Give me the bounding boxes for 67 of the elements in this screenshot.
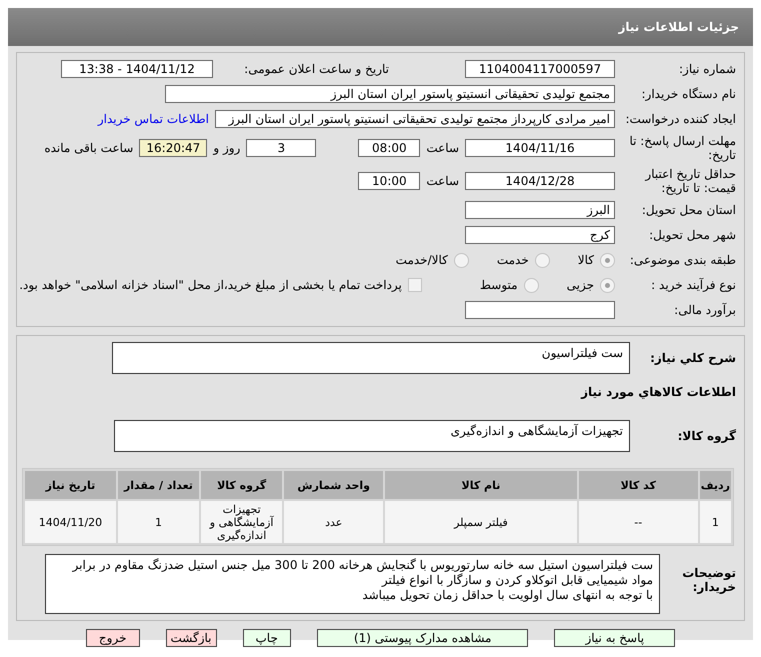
table-cell: 1404/11/20 [25,501,116,543]
table-cell: -- [578,501,698,543]
page-header: جزئیات اطلاعات نیاز [8,8,753,46]
time-label: ساعت [426,141,459,155]
column-header: نام کالا [385,471,577,499]
city-field: کرج [465,226,615,244]
radio-button[interactable] [524,278,539,292]
field-label: شماره نیاز: [678,62,736,76]
option-label: خدمت [496,253,529,267]
date-field: 1404/11/16 [465,139,615,157]
remaining-label: ساعت باقی مانده [44,141,134,155]
field-label: حداقل تاریخ اعتبار قیمت: تا تاریخ: [644,167,736,195]
field-label: تاریخ و ساعت اعلان عمومی: [243,62,389,76]
checkbox-label: پرداخت تمام یا بخشی از مبلغ خرید،از محل "اسناد خزانه اسلامی" خواهد بود. [19,278,402,292]
field-label: برآورد مالی: [673,303,736,317]
radio-button[interactable] [454,252,469,268]
remaining-time-field: 16:20:47 [139,139,208,157]
province-field: البرز [465,201,615,219]
days-label: روز و [213,141,240,155]
action-button[interactable]: خروج [86,629,140,647]
option-label: کالا [578,253,594,267]
notes-field: ست فیلتراسیون استیل سه خانه سارتوریوس با گنجایش هرخانه 200 تا 300 میل جنس استیل ضدزنگ مقاوم در برابر مواد شیمیایی قابل اتوکلاو کردن و سازگار با انواع فیلتر با توجه به انتهای سال اولویت با حداقل زمان تحویل میباشد [45,554,660,614]
table-cell: عدد [284,501,384,543]
column-header: تعداد / مقدار [118,471,199,499]
field-label: ایجاد کننده درخواست: [624,112,736,126]
date-field: 1404/12/28 [465,172,615,190]
field-label: گروه کالا: [676,429,736,443]
column-header: کد کالا [578,471,698,499]
radio-button[interactable] [600,278,615,292]
column-header: تاریخ نیاز [25,471,116,499]
field-label: شرح کلي نياز: [649,351,736,365]
column-header: واحد شمارش [284,471,384,499]
requester-field: امیر مرادی کارپرداز مجتمع تولیدی تحقیقاتی انستیتو پاستور ایران استان البرز [215,110,615,128]
action-button[interactable]: بازگشت [166,629,216,647]
summary-field: ست فیلتراسیون [112,342,630,374]
field-label: طبقه بندی موضوعی: [628,253,736,267]
field-label: استان محل تحویل: [640,203,736,217]
action-button[interactable]: مشاهده مدارک پیوستی (1) [316,629,528,647]
table-cell: تجهیزات آزمایشگاهی و اندازه‌گیری [200,501,282,543]
radio-button[interactable] [600,252,615,268]
goods-group-field: تجهیزات آزمایشگاهی و اندازه‌گیری [114,420,630,452]
option-label: متوسط [480,278,518,292]
field-label: نوع فرآیند خرید : [650,278,736,292]
time-field: 10:00 [358,172,420,190]
column-header: ردیف [700,471,731,499]
action-button[interactable]: چاپ [242,629,291,647]
action-button[interactable]: پاسخ به نیاز [554,629,676,647]
checkbox[interactable] [408,278,422,292]
days-field: 3 [246,139,316,157]
field-label: شهر محل تحویل: [648,228,736,242]
option-label: کالا/خدمت [396,253,448,267]
column-header: گروه کالا [200,471,282,499]
field-label: مهلت ارسال پاسخ: تا تاریخ: [628,134,736,162]
announce-date-field: 1404/11/12 - 13:38 [61,60,213,78]
buyer-field: مجتمع تولیدی تحقیقاتی انستیتو پاستور ایران استان البرز [165,85,615,103]
option-label: جزیی [566,278,594,292]
time-field: 08:00 [358,139,420,157]
table-cell: 1 [700,501,731,543]
section-heading: اطلاعات کالاهاي مورد نياز [580,385,736,399]
table-cell: فیلتر سمپلر [385,501,577,543]
table-cell: 1 [118,501,199,543]
need-number-field: 1104004117000597 [465,60,615,78]
contact-link[interactable]: اطلاعات تماس خریدار [98,112,209,126]
time-label: ساعت [426,174,459,188]
field-label: نام دستگاه خریدار: [640,87,736,101]
field-label: توضیحات خریدار: [681,566,736,594]
radio-button[interactable] [534,252,550,268]
